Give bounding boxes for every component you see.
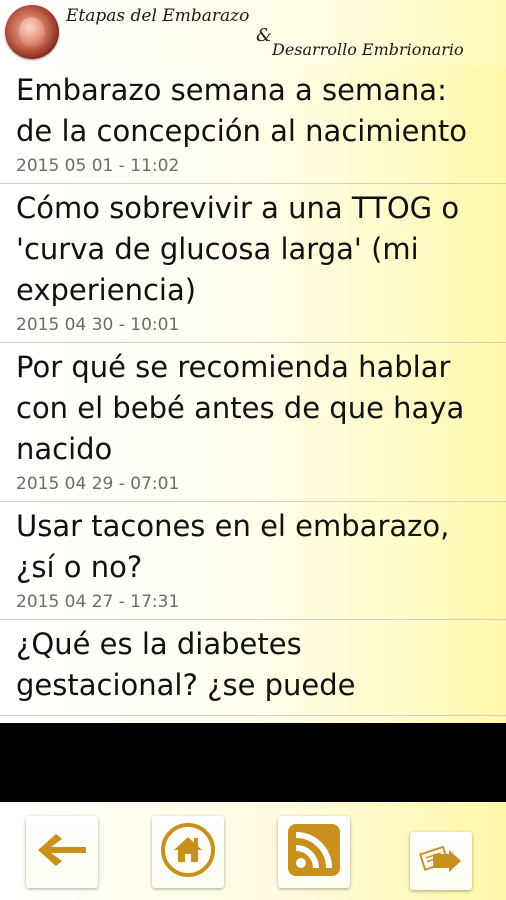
list-item[interactable]: Embarazo semana a semana: de la concepci… (0, 66, 506, 184)
share-button[interactable] (410, 832, 472, 890)
article-title: Usar tacones en el embarazo, ¿sí o no? (16, 509, 450, 584)
home-icon (160, 822, 216, 882)
app-logo (5, 5, 59, 59)
blank-area (0, 723, 506, 802)
article-list[interactable]: Embarazo semana a semana: de la concepci… (0, 66, 506, 723)
article-title: ¿Qué es la diabetes gestacional? ¿se pue… (16, 627, 356, 702)
list-item[interactable]: Por qué se recomienda hablar con el bebé… (0, 343, 506, 502)
list-item[interactable]: Cómo sobrevivir a una TTOG o 'curva de g… (0, 184, 506, 343)
app-header: Etapas del Embarazo & Desarrollo Embrion… (0, 0, 506, 66)
back-arrow-icon (34, 830, 90, 874)
article-title: Embarazo semana a semana: de la concepci… (16, 73, 467, 148)
article-date: 2015 04 29 - 07:01 (16, 474, 180, 494)
rss-icon (287, 823, 341, 881)
app-title-line1: Etapas del Embarazo (66, 6, 250, 26)
share-icon (418, 840, 463, 882)
bottom-toolbar (0, 802, 506, 900)
list-item[interactable]: ¿Qué es la diabetes gestacional? ¿se pue… (0, 620, 506, 716)
home-button[interactable] (152, 816, 224, 888)
article-date: 2015 04 27 - 17:31 (16, 592, 180, 612)
app-title-ampersand: & (256, 25, 273, 46)
article-date: 2015 05 01 - 11:02 (16, 156, 180, 176)
back-button[interactable] (26, 816, 98, 888)
article-title: Cómo sobrevivir a una TTOG o 'curva de g… (16, 191, 460, 307)
article-title: Por qué se recomienda hablar con el bebé… (16, 350, 465, 466)
rss-button[interactable] (278, 816, 350, 888)
article-date: 2015 04 30 - 10:01 (16, 315, 180, 335)
list-item[interactable]: Usar tacones en el embarazo, ¿sí o no? 2… (0, 502, 506, 620)
app-title-line2: Desarrollo Embrionario (272, 40, 464, 59)
